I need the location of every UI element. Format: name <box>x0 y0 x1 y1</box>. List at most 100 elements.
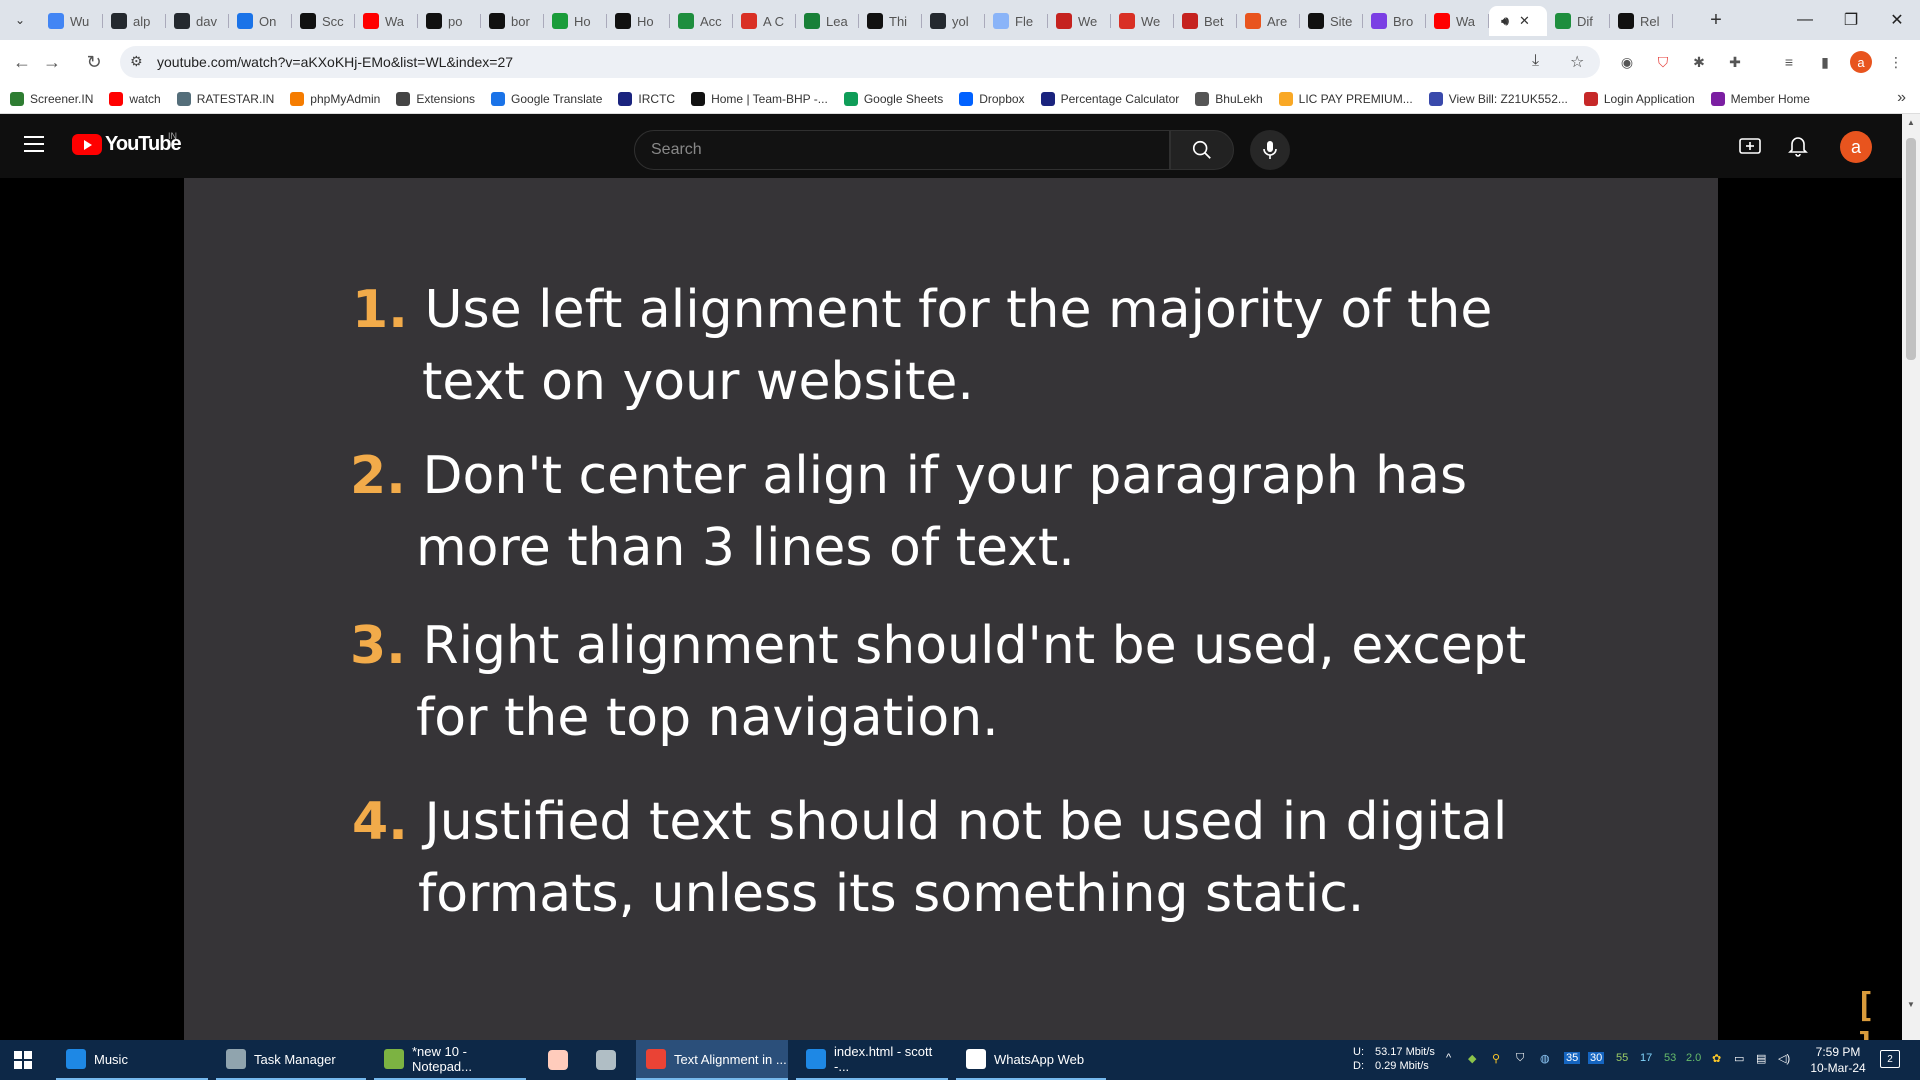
browser-tab[interactable]: On <box>229 6 292 36</box>
browser-tab[interactable]: We <box>1048 6 1111 36</box>
browser-tab[interactable]: Lea <box>796 6 859 36</box>
bookmark-item[interactable]: Google Translate <box>491 91 602 106</box>
close-window-icon[interactable]: ✕ <box>1874 0 1920 40</box>
notification-center-icon[interactable]: 2 <box>1880 1050 1900 1068</box>
scrollbar-thumb[interactable] <box>1906 138 1916 360</box>
scroll-down-icon[interactable]: ▼ <box>1907 1000 1915 1009</box>
browser-menu-icon[interactable]: ⋮ <box>1886 52 1906 72</box>
taskbar-app[interactable]: Music <box>56 1040 208 1080</box>
bug-extension-icon[interactable]: ✱ <box>1689 52 1709 72</box>
browser-tab[interactable]: Ho <box>544 6 607 36</box>
browser-tab[interactable]: Fle <box>985 6 1048 36</box>
back-icon[interactable]: ← <box>10 50 34 74</box>
bookmark-item[interactable]: Login Application <box>1583 91 1695 106</box>
youtube-avatar[interactable]: a <box>1840 131 1872 163</box>
browser-tab[interactable]: A C <box>733 6 796 36</box>
search-input[interactable]: Search <box>634 130 1170 170</box>
extension-icon[interactable]: ◉ <box>1617 52 1637 72</box>
notifications-button[interactable] <box>1786 134 1810 158</box>
tray-app-icon[interactable]: ◆ <box>1468 1052 1476 1065</box>
system-clock[interactable]: 7:59 PM 10-Mar-24 <box>1800 1044 1876 1076</box>
browser-tab[interactable]: We <box>1111 6 1174 36</box>
windows-start-icon[interactable] <box>14 1051 32 1069</box>
browser-tab[interactable]: Scc <box>292 6 355 36</box>
search-button[interactable] <box>1170 130 1234 170</box>
browser-tab[interactable]: yol <box>922 6 985 36</box>
browser-tab[interactable]: bor <box>481 6 544 36</box>
browser-tab[interactable]: Dif <box>1547 6 1610 36</box>
browser-tab[interactable]: Bro <box>1363 6 1426 36</box>
browser-tab[interactable]: Acc <box>670 6 733 36</box>
page-scrollbar[interactable]: ▲ ▼ <box>1902 114 1920 1040</box>
browser-tab[interactable]: Site <box>1300 6 1363 36</box>
show-hidden-icons[interactable]: ^ <box>1446 1052 1451 1064</box>
url-text[interactable]: youtube.com/watch?v=aKXoKHj-EMo&list=WL&… <box>157 54 513 70</box>
browser-tab[interactable]: po <box>418 6 481 36</box>
browser-tab[interactable]: Thi <box>859 6 922 36</box>
bookmark-item[interactable]: Screener.IN <box>10 91 93 106</box>
close-tab-icon[interactable]: ✕ <box>1519 13 1530 29</box>
youtube-logo[interactable]: YouTube <box>72 133 182 156</box>
side-panel-icon[interactable]: ▮ <box>1815 52 1835 72</box>
bookmark-item[interactable]: watch <box>109 91 161 106</box>
install-app-icon[interactable]: ⤓ <box>1532 52 1539 70</box>
site-info-icon[interactable]: ⚙ <box>130 53 143 70</box>
media-control-icon[interactable]: ≡ <box>1779 52 1799 72</box>
browser-tab[interactable]: Ho <box>607 6 670 36</box>
bookmark-item[interactable]: Google Sheets <box>843 91 943 106</box>
browser-tab[interactable]: alp <box>103 6 166 36</box>
tray-search-icon[interactable]: ⚲ <box>1492 1052 1500 1065</box>
more-bookmarks-icon[interactable]: » <box>1897 89 1906 107</box>
address-bar[interactable]: ⚙ youtube.com/watch?v=aKXoKHj-EMo&list=W… <box>120 46 1600 78</box>
bookmark-item[interactable]: Home | Team-BHP -... <box>691 91 828 106</box>
create-button[interactable] <box>1738 134 1762 158</box>
browser-tab[interactable]: Wu <box>40 6 103 36</box>
bookmark-item[interactable]: Percentage Calculator <box>1040 91 1179 106</box>
browser-tab[interactable]: Bet <box>1174 6 1237 36</box>
tray-globe-icon[interactable]: ◍ <box>1540 1052 1550 1065</box>
extensions-puzzle-icon[interactable]: ✚ <box>1725 52 1745 72</box>
scroll-up-icon[interactable]: ▲ <box>1907 118 1915 127</box>
tray-shield-icon[interactable]: ⛉ <box>1516 1052 1524 1065</box>
member-icon <box>1710 91 1725 106</box>
bookmark-item[interactable]: LIC PAY PREMIUM... <box>1278 91 1413 106</box>
restore-icon[interactable]: ❐ <box>1828 0 1874 40</box>
bookmark-item[interactable]: View Bill: Z21UK552... <box>1428 91 1568 106</box>
video-player[interactable]: 1. Use left alignment for the majority o… <box>0 178 1902 1066</box>
active-browser-tab[interactable]: 🔊︎ ✕ <box>1489 6 1547 36</box>
tray-flower-icon[interactable]: ✿ <box>1712 1052 1721 1065</box>
taskbar-app[interactable]: *new 10 - Notepad... <box>374 1040 526 1080</box>
pig-app-icon[interactable] <box>548 1050 568 1070</box>
browser-tab[interactable]: Wa <box>355 6 418 36</box>
browser-tab[interactable]: Are <box>1237 6 1300 36</box>
bookmark-item[interactable]: Extensions <box>396 91 475 106</box>
battery-icon[interactable]: ▭ <box>1734 1052 1744 1065</box>
browser-profile-avatar[interactable]: a <box>1850 51 1872 73</box>
bookmark-item[interactable]: RATESTAR.IN <box>176 91 274 106</box>
reload-icon[interactable]: ↻ <box>82 50 106 74</box>
audio-playing-icon[interactable]: 🔊︎ <box>1497 13 1513 29</box>
minimize-icon[interactable]: — <box>1782 0 1828 40</box>
forward-icon[interactable]: → <box>40 50 64 74</box>
voice-search-button[interactable] <box>1250 130 1290 170</box>
taskbar-app[interactable]: Task Manager <box>216 1040 366 1080</box>
browser-tab[interactable]: dav <box>166 6 229 36</box>
new-tab-button[interactable]: + <box>1704 8 1728 32</box>
bookmark-star-icon[interactable]: ☆ <box>1570 52 1584 72</box>
taskbar-app[interactable]: index.html - scott -... <box>796 1040 948 1080</box>
tab-search-chevron-icon[interactable]: ⌄ <box>8 8 32 32</box>
bookmark-item[interactable]: Member Home <box>1710 91 1810 106</box>
taskbar-app[interactable]: Text Alignment in ... <box>636 1040 788 1080</box>
bookmark-item[interactable]: BhuLekh <box>1195 91 1263 106</box>
volume-icon[interactable]: ◁) <box>1778 1052 1790 1065</box>
bookmark-item[interactable]: IRCTC <box>618 91 675 106</box>
browser-tab[interactable]: Wa <box>1426 6 1489 36</box>
bookmark-item[interactable]: phpMyAdmin <box>290 91 380 106</box>
taskbar-app[interactable]: WhatsApp Web <box>956 1040 1106 1080</box>
shield-extension-icon[interactable]: ⛉ <box>1653 52 1673 72</box>
browser-tab[interactable]: Rel <box>1610 6 1673 36</box>
bookmark-item[interactable]: Dropbox <box>959 91 1025 106</box>
document-app-icon[interactable] <box>596 1050 616 1070</box>
menu-icon[interactable] <box>24 136 44 152</box>
network-icon[interactable]: ▤ <box>1756 1052 1766 1065</box>
